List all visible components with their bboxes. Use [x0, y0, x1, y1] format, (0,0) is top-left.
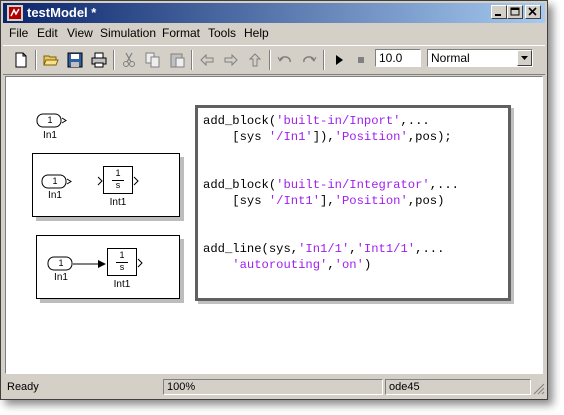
print-button[interactable] — [89, 50, 109, 70]
toolbar-separator — [191, 50, 193, 70]
toolbar-separator — [269, 50, 271, 70]
integrator-numerator: 1 — [119, 250, 125, 260]
simulation-mode-value: Normal — [431, 51, 470, 65]
copy-button[interactable] — [143, 50, 163, 70]
maximize-button[interactable] — [507, 5, 523, 19]
copy-icon — [145, 52, 160, 68]
toolbar: 10.0 Normal — [3, 45, 545, 75]
inport-number: 1 — [52, 176, 58, 186]
toolbar-separator — [113, 50, 115, 70]
example-group-unconnected: 1 In1 1 s Int1 — [32, 153, 180, 217]
scissors-icon — [123, 52, 135, 67]
play-icon — [336, 55, 343, 65]
code-line-4: [sys '/Int1'],'Position',pos) — [203, 194, 445, 208]
cut-button[interactable] — [119, 50, 139, 70]
status-ready: Ready — [7, 381, 39, 393]
integrator-denominator: s — [119, 262, 125, 272]
save-button[interactable] — [65, 50, 85, 70]
menu-simulation[interactable]: Simulation — [100, 26, 156, 40]
integrator-denominator: s — [115, 180, 121, 190]
stop-simulation-button[interactable] — [351, 50, 371, 70]
simulation-mode-select[interactable]: Normal — [427, 49, 533, 67]
stop-time-input[interactable]: 10.0 — [375, 49, 421, 67]
arrow-up-icon — [248, 53, 262, 67]
menu-format[interactable]: Format — [162, 26, 200, 40]
undo-icon — [277, 56, 291, 63]
integrator-block[interactable]: 1 s — [107, 248, 137, 276]
integrator-output-chevron-icon — [137, 258, 143, 268]
resize-grip-icon[interactable] — [533, 383, 545, 395]
code-line-1: add_block('built-in/Inport',... — [203, 114, 430, 128]
code-annotation[interactable]: add_block('built-in/Inport',... [sys '/I… — [195, 105, 511, 301]
model-window: testModel * File Edit View Simulation Fo… — [0, 0, 548, 400]
save-disk-icon — [67, 52, 83, 68]
maximize-icon — [510, 7, 520, 16]
status-zoom: 100% — [163, 379, 383, 395]
redo-icon — [303, 56, 317, 63]
minimize-button[interactable] — [491, 5, 507, 19]
code-line-5: add_line(sys,'In1/1','Int1/1',... — [203, 242, 445, 256]
menu-tools[interactable]: Tools — [208, 26, 236, 40]
integrator-numerator: 1 — [115, 168, 121, 178]
menu-help[interactable]: Help — [244, 26, 269, 40]
open-folder-icon — [43, 55, 59, 66]
menu-edit[interactable]: Edit — [37, 26, 58, 40]
start-simulation-button[interactable] — [329, 50, 349, 70]
window-title: testModel * — [27, 5, 97, 20]
code-line-3: add_block('built-in/Integrator',... — [203, 178, 459, 192]
arrow-right-icon — [224, 53, 238, 67]
new-model-button[interactable] — [11, 50, 31, 70]
back-button[interactable] — [197, 50, 217, 70]
redo-button[interactable] — [299, 50, 319, 70]
minimize-icon — [495, 14, 501, 16]
arrow-left-icon — [200, 53, 214, 67]
up-button[interactable] — [245, 50, 265, 70]
code-line-2: [sys '/In1']),'Position',pos); — [203, 130, 452, 144]
close-icon — [528, 7, 537, 16]
integrator-label: Int1 — [113, 279, 131, 290]
toolbar-separator — [323, 50, 325, 70]
forward-button[interactable] — [221, 50, 241, 70]
signal-line-arrow[interactable] — [72, 258, 108, 270]
toolbar-separator — [35, 50, 37, 70]
open-button[interactable] — [41, 50, 61, 70]
paste-button[interactable] — [167, 50, 187, 70]
chevron-down-icon — [521, 56, 528, 60]
inport-number: 1 — [58, 258, 64, 268]
menu-view[interactable]: View — [67, 26, 93, 40]
stop-icon — [358, 57, 364, 63]
simulink-app-icon — [7, 5, 23, 21]
inport-label: In1 — [54, 272, 68, 283]
integrator-block[interactable]: 1 s — [103, 166, 133, 194]
dropdown-arrow-button[interactable] — [517, 50, 532, 66]
menu-file[interactable]: File — [9, 26, 28, 40]
menu-bar: File Edit View Simulation Format Tools H… — [3, 24, 545, 42]
close-button[interactable] — [525, 5, 541, 19]
paste-clipboard-icon — [170, 53, 185, 68]
new-file-icon — [15, 52, 27, 68]
example-group-connected: 1 In1 1 s Int1 — [36, 235, 180, 299]
inport-number: 1 — [47, 115, 53, 125]
status-bar: Ready 100% ode45 — [3, 377, 545, 397]
printer-icon — [91, 52, 107, 68]
undo-button[interactable] — [275, 50, 295, 70]
title-bar[interactable]: testModel * — [3, 3, 545, 23]
inport-label: In1 — [48, 190, 62, 201]
integrator-output-chevron-icon — [133, 176, 139, 186]
code-line-6: 'autorouting','on') — [232, 258, 372, 272]
status-solver: ode45 — [385, 379, 531, 395]
model-canvas[interactable]: 1 In1 1 In1 1 s Int1 1 In1 1 s Int1 add_… — [5, 76, 543, 374]
integrator-label: Int1 — [109, 197, 127, 208]
inport-label: In1 — [43, 130, 57, 141]
